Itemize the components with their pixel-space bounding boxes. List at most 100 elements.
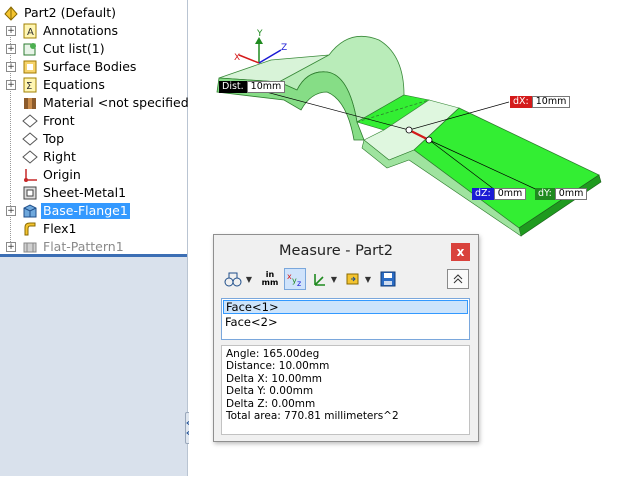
point-to-point-button[interactable]: [309, 268, 329, 290]
axis-triad-icon: X Y Z: [234, 29, 287, 64]
surface-bodies-icon: [22, 59, 38, 75]
cut-list-icon: [22, 41, 38, 57]
tree-item-top-plane[interactable]: Top: [0, 130, 187, 148]
result-angle: Angle: 165.00deg: [226, 348, 320, 360]
dist-callout[interactable]: Dist. 10mm: [219, 81, 286, 93]
annotations-icon: A: [22, 23, 38, 39]
projection-button[interactable]: [343, 268, 363, 290]
tree-item-label: Flat-Pattern1: [43, 239, 124, 254]
dy-callout-key: dY:: [535, 188, 555, 200]
dz-callout[interactable]: dZ: 0mm: [472, 188, 527, 200]
units-mm-label: mm: [261, 278, 279, 287]
tree-item-surface-bodies[interactable]: + Surface Bodies: [0, 58, 187, 76]
tree-root-part2[interactable]: Part2 (Default): [0, 4, 187, 22]
equations-icon: Σ: [22, 77, 38, 93]
tree-item-label: Front: [43, 113, 75, 128]
projection-icon: [346, 273, 359, 285]
svg-text:A: A: [27, 27, 34, 38]
chevron-down-icon: ▼: [364, 274, 372, 284]
tree-item-right-plane[interactable]: Right: [0, 148, 187, 166]
dx-callout-key: dX:: [510, 96, 532, 108]
dist-callout-key: Dist.: [219, 81, 247, 93]
dz-callout-key: dZ:: [472, 188, 494, 200]
tree-item-cut-list[interactable]: + Cut list(1): [0, 40, 187, 58]
tree-item-sheet-metal[interactable]: Sheet-Metal1: [0, 184, 187, 202]
result-distance: Distance: 10.00mm: [226, 360, 330, 373]
flex-icon: [22, 221, 38, 237]
svg-text:z: z: [297, 279, 301, 287]
expand-icon[interactable]: +: [6, 206, 16, 216]
measure-toolbar: ▼ in mm xyz ▼ ▼: [222, 268, 470, 290]
tree-empty-area: [0, 257, 187, 476]
result-delta-z: Delta Z: 0.00mm: [226, 397, 316, 410]
svg-text:Y: Y: [256, 29, 263, 39]
origin-icon: [22, 167, 38, 183]
svg-text:Σ: Σ: [26, 81, 32, 92]
arc-circle-icon: [224, 272, 242, 287]
create-sensor-button[interactable]: [378, 268, 398, 290]
expand-icon[interactable]: +: [6, 26, 16, 36]
dz-callout-value: 0mm: [493, 188, 527, 200]
tree-item-label: Sheet-Metal1: [43, 185, 127, 200]
tree-item-label: Top: [43, 131, 65, 146]
save-icon: [380, 271, 396, 287]
dist-callout-value: 10mm: [246, 81, 286, 93]
tree-item-label: Right: [43, 149, 76, 164]
tree-root-label: Part2 (Default): [24, 5, 117, 20]
measure-dialog-title: Measure - Part2: [279, 243, 393, 259]
tree-item-label: Origin: [43, 167, 81, 182]
sheet-metal-icon: [22, 185, 38, 201]
material-icon: [22, 95, 38, 111]
projection-dropdown[interactable]: ▼: [363, 268, 373, 290]
measure-dialog[interactable]: Measure - Part2 x ▼ in mm xyz ▼ ▼ Face<1…: [213, 234, 479, 442]
expand-icon[interactable]: +: [6, 62, 16, 72]
result-delta-x: Delta X: 10.00mm: [226, 372, 322, 385]
measure-results: Angle: 165.00deg Distance: 10.00mm Delta…: [221, 345, 470, 435]
chevron-down-icon: ▼: [245, 274, 253, 284]
part-icon: [3, 5, 19, 21]
tree-item-label: Equations: [43, 77, 105, 92]
plane-icon: [22, 131, 38, 147]
tree-item-label: Cut list(1): [43, 41, 105, 56]
coordinate-system-icon: [314, 274, 325, 286]
tree-item-label: Annotations: [43, 23, 119, 38]
feature-manager-tree: Part2 (Default) + A Annotations + Cut li…: [0, 0, 199, 476]
plane-icon: [22, 149, 38, 165]
tree-item-material[interactable]: Material <not specified>: [0, 94, 199, 112]
tree-item-equations[interactable]: + Σ Equations: [0, 76, 187, 94]
tree-item-label: Flex1: [43, 221, 77, 236]
arc-options-dropdown[interactable]: ▼: [244, 268, 254, 290]
result-delta-y: Delta Y: 0.00mm: [226, 385, 314, 398]
result-total-area: Total area: 770.81 millimeters^2: [226, 410, 399, 423]
selection-item[interactable]: Face<2>: [222, 315, 469, 329]
plane-icon: [22, 113, 38, 129]
base-flange-icon: [22, 203, 38, 219]
collapse-dialog-button[interactable]: [447, 269, 469, 289]
expand-icon[interactable]: +: [6, 242, 16, 252]
expand-icon[interactable]: +: [6, 80, 16, 90]
svg-text:X: X: [234, 53, 240, 63]
dy-callout[interactable]: dY: 0mm: [535, 188, 588, 200]
tree-item-flex[interactable]: Flex1: [0, 220, 187, 238]
selection-item[interactable]: Face<1>: [223, 300, 468, 314]
close-button[interactable]: x: [451, 243, 470, 261]
expand-icon[interactable]: +: [6, 44, 16, 54]
tree-item-front-plane[interactable]: Front: [0, 112, 187, 130]
tree-item-origin[interactable]: Origin: [0, 166, 187, 184]
tree-item-label: Material <not specified>: [43, 95, 200, 110]
dx-callout[interactable]: dX: 10mm: [510, 96, 571, 108]
svg-text:Z: Z: [281, 43, 287, 53]
coordinate-dropdown[interactable]: ▼: [329, 268, 339, 290]
tree-item-annotations[interactable]: + A Annotations: [0, 22, 187, 40]
chevron-down-icon: ▼: [330, 274, 338, 284]
selection-list[interactable]: Face<1> Face<2>: [221, 298, 470, 340]
arc-circle-measurements-button[interactable]: [222, 268, 244, 290]
tree-item-base-flange[interactable]: + Base-Flange1: [0, 202, 187, 220]
units-precision-button[interactable]: in mm: [259, 268, 281, 290]
flat-pattern-icon: [22, 239, 38, 255]
tree-item-label: Base-Flange1: [41, 203, 130, 219]
tree-item-label: Surface Bodies: [43, 59, 137, 74]
show-xyz-measurements-button[interactable]: xyz: [284, 268, 306, 290]
dx-callout-value: 10mm: [531, 96, 571, 108]
xyz-icon: xyz: [287, 272, 301, 287]
